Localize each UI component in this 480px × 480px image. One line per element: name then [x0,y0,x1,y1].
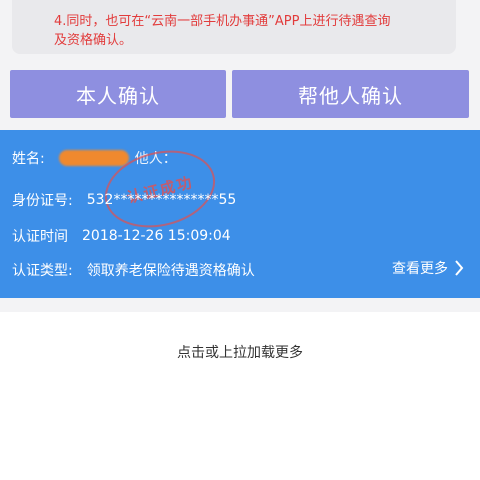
certification-record-card[interactable]: 姓名: 他人： 认证成功 身份证号: 532***************55 … [0,130,480,298]
page: 4.同时，也可在“云南一部手机办事通”APP上进行待遇查询 及资格确认。 本人确… [0,0,480,480]
id-value: 532***************55 [86,192,237,208]
type-row: 认证类型: 领取养老保险待遇资格确认 [12,260,255,280]
id-label: 身份证号: [12,193,73,209]
name-label: 姓名: [12,151,45,167]
view-more-link[interactable]: 查看更多 [392,258,464,278]
time-value: 2018-12-26 15:09:04 [82,228,231,244]
notice-line-2: 及资格确认。 [54,33,133,48]
section-gap [0,298,480,312]
time-row: 认证时间 2018-12-26 15:09:04 [12,226,231,246]
chevron-right-icon [455,260,464,276]
type-value: 领取养老保险待遇资格确认 [86,263,255,279]
time-label: 认证时间 [12,229,68,245]
view-more-label: 查看更多 [392,261,448,277]
notice-line-1: 4.同时，也可在“云南一部手机办事通”APP上进行待遇查询 [54,14,391,29]
footer-area: 点击或上拉加载更多 [0,312,480,480]
self-confirm-button[interactable]: 本人确认 [10,70,226,118]
redacted-name [58,150,129,166]
help-other-confirm-button[interactable]: 帮他人确认 [232,70,469,118]
notice-box: 4.同时，也可在“云南一部手机办事通”APP上进行待遇查询 及资格确认。 [12,0,456,54]
load-more-link[interactable]: 点击或上拉加载更多 [0,342,480,362]
type-label: 认证类型: [12,263,73,279]
id-row: 身份证号: 532***************55 [12,190,236,210]
